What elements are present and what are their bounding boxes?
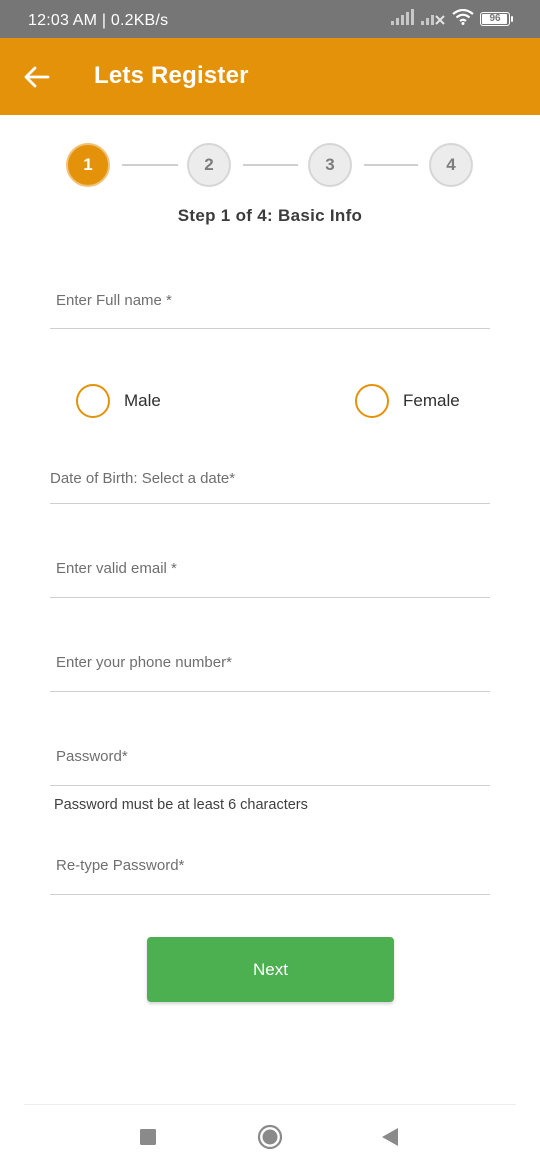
- step-2: 2: [187, 143, 231, 187]
- phone-input[interactable]: [50, 634, 490, 691]
- next-button[interactable]: Next: [147, 937, 394, 1002]
- battery-level: 96: [489, 13, 501, 24]
- phone-field: [50, 634, 490, 692]
- radio-circle-icon: [76, 384, 110, 418]
- gender-female-radio[interactable]: Female: [355, 384, 460, 418]
- nav-divider: [24, 1104, 516, 1105]
- signal-icon: [390, 8, 414, 30]
- retype-password-field: [50, 836, 490, 895]
- home-button[interactable]: [255, 1122, 285, 1152]
- dob-label: Date of Birth: Select a date*: [50, 470, 236, 487]
- full-name-field: [50, 272, 490, 329]
- battery-icon: 96: [480, 12, 513, 26]
- step-4: 4: [429, 143, 473, 187]
- stepper: 1 2 3 4: [66, 143, 474, 187]
- status-icons: 96: [390, 8, 513, 30]
- arrow-left-icon: [24, 66, 50, 88]
- step-connector: [243, 164, 298, 166]
- page-title: Lets Register: [94, 62, 249, 89]
- gender-male-label: Male: [124, 391, 161, 410]
- status-bar: 12:03 AM | 0.2KB/s 96: [0, 0, 540, 38]
- step-1: 1: [66, 143, 110, 187]
- full-name-input[interactable]: [50, 272, 490, 328]
- gender-male-radio[interactable]: Male: [76, 384, 161, 418]
- radio-circle-icon: [355, 384, 389, 418]
- system-nav-bar: [0, 1104, 540, 1170]
- dob-field[interactable]: Date of Birth: Select a date*: [50, 460, 490, 504]
- password-helper-text: Password must be at least 6 characters: [54, 797, 308, 813]
- back-button[interactable]: [20, 60, 54, 94]
- step-connector: [122, 164, 178, 166]
- signal-no-service-icon: [420, 9, 446, 30]
- step-3: 3: [308, 143, 352, 187]
- app-bar: Lets Register: [0, 38, 540, 115]
- gender-female-label: Female: [403, 391, 460, 410]
- triangle-back-icon: [382, 1128, 398, 1146]
- wifi-icon: [452, 8, 474, 30]
- status-time-speed: 12:03 AM | 0.2KB/s: [28, 12, 169, 29]
- back-nav-button[interactable]: [375, 1122, 405, 1152]
- square-recents-icon: [140, 1129, 156, 1145]
- email-input[interactable]: [50, 540, 490, 597]
- password-field: [50, 728, 490, 786]
- password-input[interactable]: [50, 728, 490, 785]
- step-caption: Step 1 of 4: Basic Info: [177, 206, 363, 225]
- retype-password-input[interactable]: [50, 836, 490, 894]
- recents-button[interactable]: [133, 1122, 163, 1152]
- step-connector: [364, 164, 418, 166]
- email-field: [50, 540, 490, 598]
- circle-home-icon: [257, 1124, 283, 1150]
